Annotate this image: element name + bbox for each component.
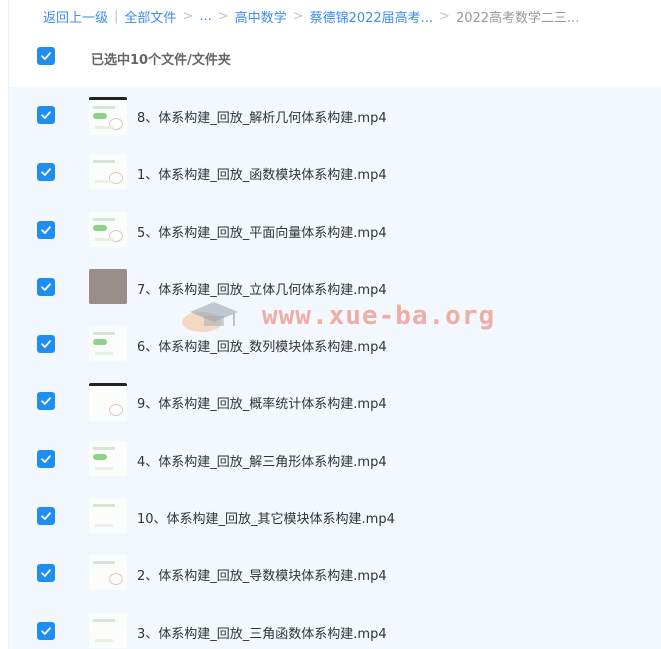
- file-name[interactable]: 4、体系构建_回放_解三角形体系构建.mp4: [137, 451, 387, 470]
- check-icon: [41, 168, 51, 177]
- selection-count-label: 已选中10个文件/文件夹: [91, 53, 231, 68]
- file-browser: 返回上一级 | 全部文件 > ... > 高中数学 > 蔡德锦2022届高考..…: [0, 0, 661, 649]
- video-thumbnail: [89, 268, 127, 304]
- check-icon: [41, 225, 51, 234]
- file-name[interactable]: 8、体系构建_回放_解析几何体系构建.mp4: [137, 107, 387, 126]
- breadcrumb-all-files[interactable]: 全部文件: [124, 7, 176, 26]
- video-thumbnail: [89, 498, 127, 534]
- breadcrumb-current: 2022高考数学二三...: [455, 10, 580, 26]
- row-checkbox[interactable]: [37, 106, 55, 124]
- breadcrumb-separator: >: [182, 8, 194, 24]
- file-name[interactable]: 1、体系构建_回放_函数模块体系构建.mp4: [137, 164, 387, 183]
- file-name[interactable]: 6、体系构建_回放_数列模块体系构建.mp4: [137, 336, 387, 355]
- breadcrumb-separator: >: [439, 8, 450, 24]
- row-checkbox[interactable]: [37, 449, 55, 468]
- file-name[interactable]: 3、体系构建_回放_三角函数体系构建.mp4: [137, 623, 387, 642]
- video-thumbnail: [89, 383, 127, 422]
- row-checkbox[interactable]: [37, 392, 55, 411]
- check-icon: [41, 569, 51, 578]
- back-link[interactable]: 返回上一级: [43, 7, 108, 26]
- check-icon: [41, 283, 51, 291]
- file-row[interactable]: 3、体系构建_回放_三角函数体系构建.mp4: [9, 603, 661, 649]
- check-icon: [41, 340, 51, 349]
- video-thumbnail: [89, 440, 127, 476]
- breadcrumb-separator: >: [292, 8, 304, 24]
- row-checkbox[interactable]: [37, 621, 55, 640]
- file-name[interactable]: 2、体系构建_回放_导数模块体系构建.mp4: [137, 565, 387, 584]
- list-header: 已选中10个文件/文件夹: [9, 40, 661, 76]
- check-icon: [41, 111, 51, 119]
- breadcrumb-ellipsis[interactable]: ...: [199, 9, 211, 24]
- video-thumbnail: [89, 555, 127, 591]
- check-icon: [41, 52, 51, 60]
- file-list: 8、体系构建_回放_解析几何体系构建.mp4 1、体系构建_回放_函数模块体系构…: [9, 87, 661, 649]
- graduation-cap-icon: [180, 296, 250, 336]
- check-icon: [41, 512, 51, 520]
- row-checkbox[interactable]: [37, 277, 55, 296]
- file-row[interactable]: 1、体系构建_回放_函数模块体系构建.mp4: [9, 144, 661, 201]
- row-checkbox[interactable]: [37, 220, 55, 239]
- row-checkbox[interactable]: [37, 163, 55, 182]
- row-checkbox[interactable]: [37, 507, 55, 526]
- video-thumbnail: [89, 211, 127, 247]
- check-icon: [41, 397, 51, 406]
- file-name[interactable]: 9、体系构建_回放_概率统计体系构建.mp4: [137, 393, 387, 412]
- breadcrumb-level2[interactable]: 蔡德锦2022届高考...: [310, 7, 433, 26]
- breadcrumb-separator: >: [217, 8, 229, 24]
- file-row[interactable]: 8、体系构建_回放_解析几何体系构建.mp4: [9, 87, 661, 144]
- watermark-text: www.xue-ba.org: [262, 301, 496, 331]
- check-icon: [41, 455, 51, 463]
- breadcrumb: 返回上一级 | 全部文件 > ... > 高中数学 > 蔡德锦2022届高考..…: [43, 6, 579, 26]
- file-row[interactable]: 2、体系构建_回放_导数模块体系构建.mp4: [9, 545, 661, 602]
- video-thumbnail: [89, 97, 127, 135]
- file-row[interactable]: 10、体系构建_回放_其它模块体系构建.mp4: [9, 488, 661, 545]
- video-thumbnail: [89, 612, 127, 648]
- breadcrumb-level1[interactable]: 高中数学: [235, 7, 287, 26]
- file-row[interactable]: 4、体系构建_回放_解三角形体系构建.mp4: [9, 431, 661, 488]
- select-all-checkbox[interactable]: [37, 47, 55, 65]
- video-thumbnail: [89, 326, 127, 362]
- file-row[interactable]: 5、体系构建_回放_平面向量体系构建.mp4: [9, 202, 661, 259]
- row-checkbox[interactable]: [37, 335, 55, 354]
- file-row[interactable]: 9、体系构建_回放_概率统计体系构建.mp4: [9, 373, 661, 430]
- check-icon: [41, 626, 51, 635]
- video-thumbnail: [89, 154, 127, 190]
- file-name[interactable]: 10、体系构建_回放_其它模块体系构建.mp4: [137, 508, 395, 527]
- file-name[interactable]: 5、体系构建_回放_平面向量体系构建.mp4: [137, 222, 387, 241]
- row-checkbox[interactable]: [37, 564, 55, 583]
- watermark: www.xue-ba.org: [180, 296, 495, 336]
- breadcrumb-divider: |: [114, 8, 119, 24]
